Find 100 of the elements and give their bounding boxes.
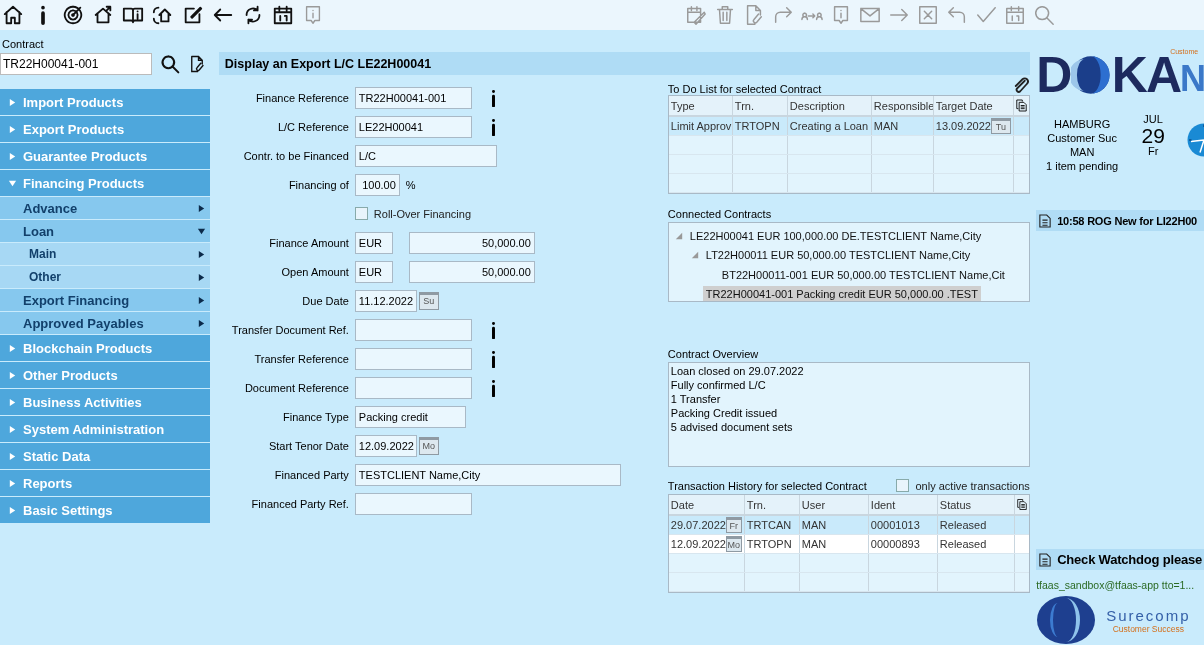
text-field[interactable] — [354, 318, 472, 341]
brand-logo-icon — [1036, 595, 1097, 645]
text-field[interactable]: TESTCLIENT Name,City — [354, 463, 621, 486]
section-title: Contract Overview — [667, 348, 760, 360]
info-icon[interactable] — [489, 378, 497, 397]
nav-item[interactable]: Advance — [0, 197, 210, 219]
brand-slogan: Customer Success — [1112, 623, 1184, 634]
unit-label: % — [405, 178, 416, 191]
notice-item[interactable]: Check Watchdog please — [1036, 549, 1204, 570]
nav-label: Export Products — [23, 121, 125, 137]
month-label: JUL — [1143, 113, 1163, 125]
overview-line: 5 advised document sets — [670, 421, 794, 433]
nav-label: Guarantee Products — [23, 148, 148, 164]
info-text: Customer Suc — [1047, 132, 1117, 144]
column-header[interactable]: Status — [937, 495, 1015, 514]
expand-arrow-icon[interactable] — [196, 295, 206, 305]
column-header[interactable]: Type — [668, 96, 733, 115]
overview-line: Packing Credit issued — [670, 407, 779, 419]
column-header[interactable]: Date — [668, 495, 745, 514]
user-info: tfaas_sandbox@tfaas-app tto=1... — [1036, 579, 1196, 591]
info-text: MAN — [1069, 146, 1095, 158]
calendar-button[interactable]: Fr — [725, 517, 742, 533]
text-field[interactable] — [354, 492, 472, 515]
currency-field[interactable]: EUR — [354, 260, 393, 283]
info-text: HAMBURG — [1054, 118, 1111, 130]
calendar-button[interactable]: Tu — [990, 118, 1011, 134]
info-icon[interactable] — [489, 88, 497, 107]
text-field[interactable]: LE22H00041 — [354, 115, 472, 138]
house-refresh-icon[interactable] — [152, 4, 174, 26]
document-clip-icon[interactable] — [188, 55, 206, 73]
home-icon[interactable] — [2, 4, 24, 26]
expand-arrow-icon[interactable] — [196, 318, 206, 328]
text-field[interactable]: L/C — [354, 144, 497, 167]
table-row[interactable]: 29.07.2022 Fr TRTCAN MAN 00001013 Released — [668, 516, 1029, 535]
edit-icon[interactable] — [182, 4, 204, 26]
currency-field[interactable]: EUR — [354, 231, 393, 254]
notice-item[interactable]: 10:58 ROG New for LI22H00 — [1036, 210, 1204, 231]
tree-item[interactable]: BT22H00011-001 EUR 50,000.00 TESTCLIENT Name,Cit — [718, 266, 1008, 283]
expand-arrow-icon[interactable] — [196, 203, 206, 213]
nav-item[interactable]: Loan — [0, 220, 210, 242]
date-field[interactable]: 11.12.2022 — [354, 289, 417, 312]
nav-label: Business Activities — [23, 394, 142, 410]
checkbox[interactable] — [354, 207, 368, 220]
copy-icon[interactable] — [1015, 98, 1027, 113]
copy-icon[interactable] — [1016, 497, 1027, 512]
field-label: Financing of — [288, 178, 349, 191]
column-header[interactable]: Target Date — [933, 96, 1014, 115]
logo-text: N — [1180, 58, 1204, 100]
tree-item[interactable]: TR22H00041-001 Packing credit EUR 50,000.00 .TEST — [702, 286, 981, 301]
table-cell: 29.07.2022 — [670, 519, 726, 531]
target-icon[interactable] — [62, 4, 84, 26]
text-field[interactable] — [354, 347, 472, 370]
field-label: Contr. to be Financed — [243, 149, 349, 162]
contract-field[interactable]: TR22H00041-001 — [0, 53, 152, 75]
table-row[interactable]: 12.09.2022 Mo TRTOPN MAN 00000893 Released — [668, 535, 1029, 554]
tree-item[interactable]: LT22H00011 EUR 50,000.00 TESTCLIENT Name,City — [702, 247, 974, 264]
calendar-button[interactable]: Mo — [418, 436, 439, 455]
info-icon[interactable] — [489, 349, 497, 368]
amount-field[interactable]: 50,000.00 — [408, 260, 535, 283]
field-label: Finance Amount — [269, 236, 349, 249]
checkbox[interactable] — [896, 479, 910, 492]
nav-label: System Administration — [23, 421, 165, 437]
nav-item[interactable]: Export Financing — [0, 289, 210, 311]
field-label: Transfer Reference — [254, 352, 349, 365]
field-label: Finance Reference — [255, 91, 349, 104]
tree-item[interactable]: LE22H00041 EUR 100,000.00 DE.TESTCLIENT Name,City — [686, 227, 985, 244]
table-cell: Limit Approv — [670, 120, 732, 132]
calendar-button[interactable]: Mo — [725, 536, 742, 552]
text-field[interactable]: TR22H00041-001 — [354, 86, 472, 109]
nav-item[interactable]: Main — [0, 243, 210, 265]
amount-field[interactable]: 50,000.00 — [408, 231, 535, 254]
info-icon[interactable] — [489, 320, 497, 339]
column-header[interactable]: Ident — [868, 495, 938, 514]
table-cell: Released — [939, 538, 987, 550]
overview-line: Fully confirmed L/C — [670, 379, 767, 391]
calendar-icon[interactable] — [272, 4, 294, 26]
expand-arrow-icon[interactable] — [196, 272, 206, 282]
section-title: Transaction History for selected Contract — [667, 479, 867, 492]
weekday-label: Fr — [1147, 145, 1159, 157]
document-icon — [1039, 213, 1052, 228]
text-field[interactable]: 100.00 — [354, 173, 400, 196]
expand-arrow-icon[interactable] — [196, 249, 206, 259]
text-field[interactable] — [354, 376, 472, 399]
column-header[interactable]: Trn. — [744, 495, 800, 514]
column-header[interactable]: Trn. — [732, 96, 788, 115]
text-field[interactable]: Packing credit — [354, 405, 466, 428]
search-icon[interactable] — [160, 54, 180, 74]
house-arrow-icon[interactable] — [92, 4, 114, 26]
column-header[interactable]: Description — [787, 96, 872, 115]
nav-item[interactable]: Approved Payables — [0, 312, 210, 334]
info-icon[interactable] — [489, 117, 497, 136]
table-row[interactable]: Limit Approv TRTOPN Creating a Loan MAN 13.09.2022 Tu — [668, 117, 1029, 136]
date-field[interactable]: 12.09.2022 — [354, 434, 417, 457]
nav-item[interactable]: Other — [0, 266, 210, 288]
nav-label: Advance — [23, 200, 78, 216]
calendar-button[interactable]: Su — [418, 291, 439, 310]
nav-label: Loan — [23, 223, 55, 239]
collapse-arrow-icon[interactable] — [196, 226, 206, 236]
nav-label: Export Financing — [23, 292, 130, 308]
column-header[interactable]: User — [799, 495, 869, 514]
